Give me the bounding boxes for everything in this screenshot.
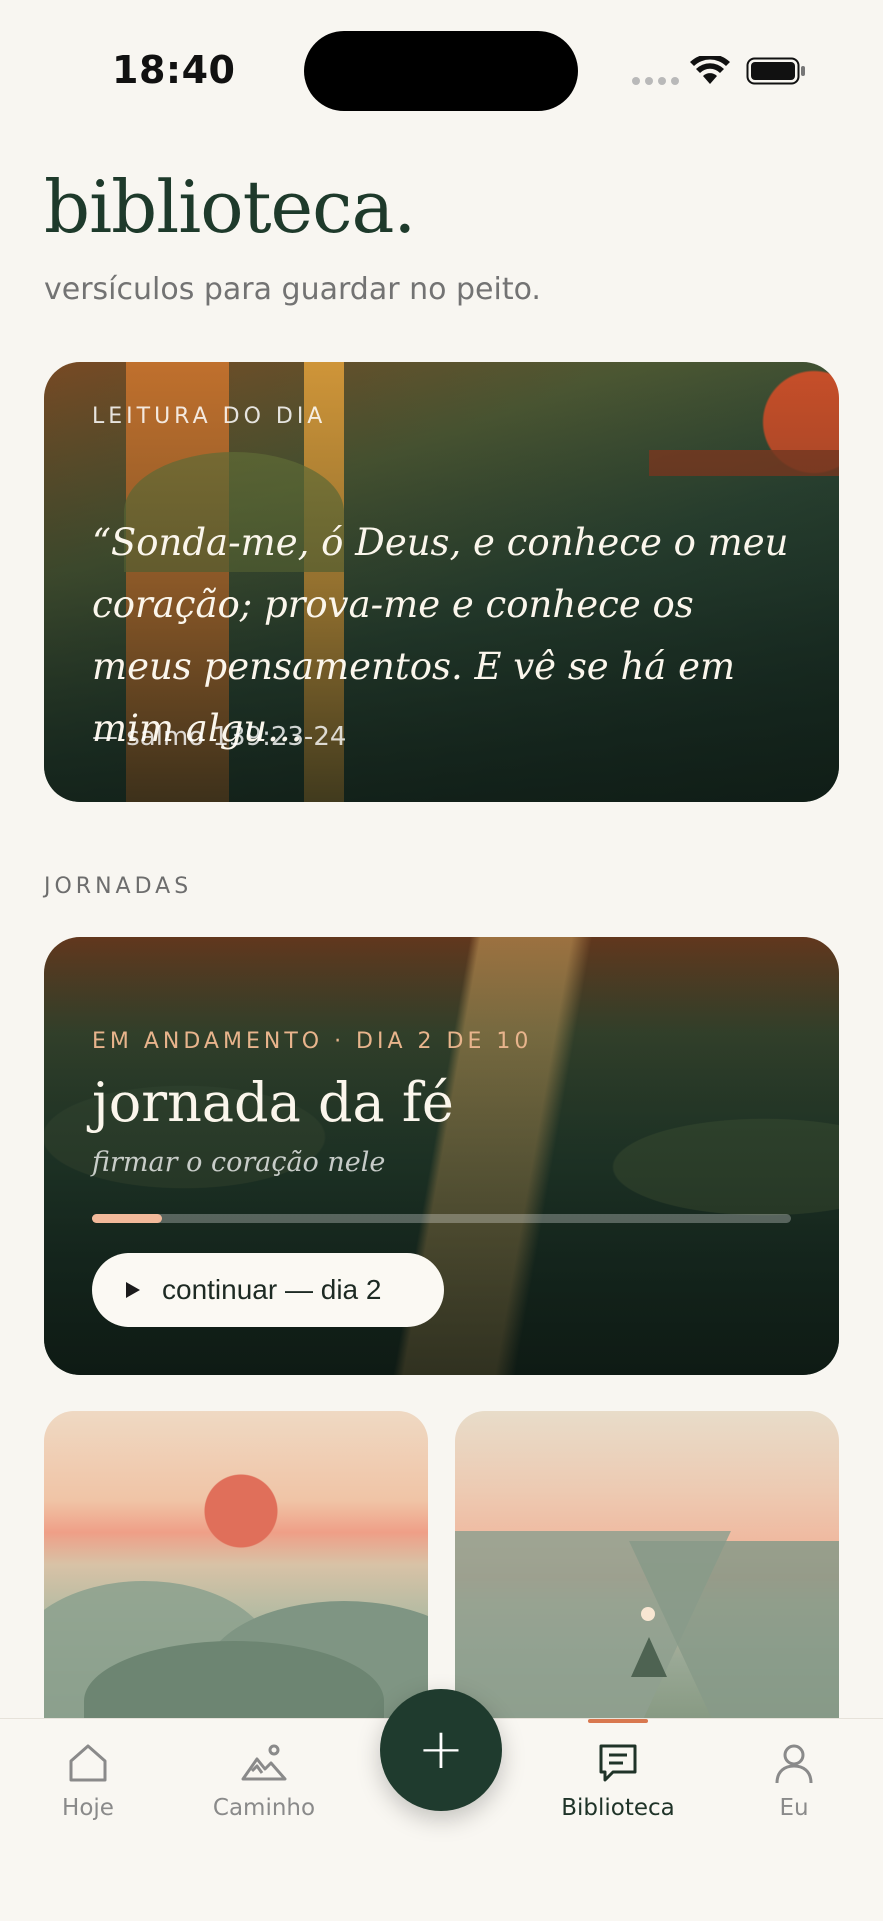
- mountain-icon: [241, 1744, 287, 1781]
- home-icon: [69, 1744, 107, 1782]
- journey-status: EM ANDAMENTO · DIA 2 DE 10: [92, 1029, 533, 1054]
- plus-icon: +: [417, 1717, 465, 1782]
- daily-reading-eyebrow: LEITURA DO DIA: [92, 404, 327, 429]
- journey-title: jornada da fé: [92, 1071, 454, 1134]
- nav-label: Biblioteca: [561, 1795, 675, 1821]
- nav-item-biblioteca[interactable]: Biblioteca: [538, 1741, 698, 1841]
- journey-thumbnail[interactable]: [455, 1411, 839, 1731]
- journey-progress-bar: [92, 1214, 791, 1223]
- play-icon: [126, 1282, 140, 1298]
- journeys-section-label: JORNADAS: [44, 874, 193, 899]
- journey-subtitle: firmar o coração nele: [92, 1147, 386, 1178]
- nav-label: Caminho: [212, 1795, 316, 1821]
- continue-journey-button[interactable]: continuar — dia 2: [92, 1253, 444, 1327]
- nav-label: Hoje: [62, 1795, 114, 1821]
- page-subtitle: versículos para guardar no peito.: [44, 272, 541, 307]
- active-tab-indicator: [588, 1719, 648, 1723]
- status-bar: 18:40: [0, 0, 883, 120]
- dynamic-island: [304, 31, 578, 111]
- nav-item-caminho[interactable]: Caminho: [184, 1741, 344, 1841]
- add-button[interactable]: +: [380, 1689, 502, 1811]
- nav-label: Eu: [779, 1795, 809, 1821]
- battery-icon: [746, 57, 805, 85]
- user-icon: [775, 1744, 813, 1784]
- message-square-icon: [599, 1744, 637, 1782]
- journey-thumbnail[interactable]: [44, 1411, 428, 1731]
- page-title: biblioteca.: [44, 165, 416, 249]
- journey-progress-fill: [92, 1214, 162, 1223]
- journey-card[interactable]: EM ANDAMENTO · DIA 2 DE 10 jornada da fé…: [44, 937, 839, 1375]
- nav-item-hoje[interactable]: Hoje: [8, 1741, 168, 1841]
- status-time: 18:40: [112, 48, 236, 92]
- daily-reading-card[interactable]: LEITURA DO DIA “Sonda-me, ó Deus, e conh…: [44, 362, 839, 802]
- nav-item-eu[interactable]: Eu: [714, 1741, 874, 1841]
- daily-verse-reference: — salmo 139:23-24: [92, 722, 347, 752]
- continue-button-label: continuar — dia 2: [162, 1274, 382, 1305]
- cellular-signal-icon: [632, 77, 679, 85]
- wifi-icon: [690, 56, 730, 84]
